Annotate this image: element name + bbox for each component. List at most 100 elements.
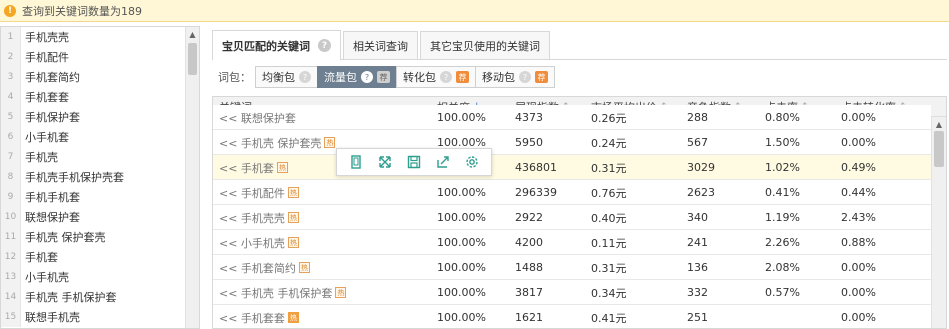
table-cell-kw: << 手机套简约热 — [219, 255, 310, 280]
table-row[interactable]: << 手机壳 手机保护套热 100.00% 3817 0.34元 332 0.57% 0.0… — [213, 280, 931, 305]
table-cell-show: 2922 — [515, 205, 543, 230]
table-cell-rel: 100.00% — [437, 105, 486, 130]
table-cell-price: 0.41元 — [591, 305, 627, 328]
table-row[interactable]: << 手机壳 保护套壳热 100.00% 5950 0.24元 567 1.50% 0.00… — [213, 130, 931, 155]
table-cell-cvr: 0.00% — [841, 280, 876, 305]
tab-2[interactable]: 其它宝贝使用的关键词 — [420, 31, 550, 59]
recommend-badge: 荐 — [535, 71, 548, 83]
tab-1[interactable]: 相关词查询 — [343, 31, 418, 59]
table-cell-comp: 332 — [687, 280, 708, 305]
share-icon[interactable] — [434, 153, 452, 171]
table-scroll-thumb[interactable] — [934, 131, 944, 167]
list-item[interactable]: 14 手机壳 手机保护套 — [1, 287, 199, 307]
package-0[interactable]: 均衡包? — [255, 66, 318, 88]
list-item-keyword: 手机手机套 — [25, 191, 80, 204]
table-cell-cvr: 0.00% — [841, 305, 876, 328]
cell-value: << 手机套套 — [219, 311, 285, 325]
recommend-badge: 荐 — [456, 71, 469, 83]
table-cell-price: 0.31元 — [591, 255, 627, 280]
cell-value: 0.41元 — [591, 311, 627, 325]
cell-value: 0.00% — [841, 136, 876, 149]
left-scroll-thumb[interactable] — [188, 43, 197, 75]
scroll-up-icon[interactable]: ▲ — [186, 27, 199, 41]
notice-bar: ! 查询到关键词数量为189 — [0, 0, 949, 22]
list-item[interactable]: 6 小手机套 — [1, 127, 199, 147]
list-item[interactable]: 15 联想手机壳 — [1, 307, 199, 327]
list-item[interactable]: 12 手机套 — [1, 247, 199, 267]
cell-value: 0.80% — [765, 111, 800, 124]
package-label: 流量包 — [324, 71, 357, 84]
list-item[interactable]: 4 手机套套 — [1, 87, 199, 107]
package-filter: 词包： 均衡包? 流量包? 荐 转化包? 荐 移动包? 荐 — [212, 66, 555, 88]
table-cell-kw: << 手机壳 手机保护套热 — [219, 280, 347, 305]
cell-value: 0.00% — [841, 111, 876, 124]
list-item[interactable]: 2 手机配件 — [1, 47, 199, 67]
expand-icon[interactable] — [376, 153, 394, 171]
cell-value: 0.00% — [841, 261, 876, 274]
table-cell-comp: 2623 — [687, 180, 715, 205]
cell-value: 3029 — [687, 161, 715, 174]
table-row[interactable]: << 手机套套热 100.00% 1621 0.41元 251 0.00% — [213, 305, 931, 328]
list-item-keyword: 手机壳手机保护壳套 — [25, 171, 124, 184]
cell-value: 0.44% — [841, 186, 876, 199]
list-item-number: 9 — [1, 187, 21, 207]
cell-value: 241 — [687, 236, 708, 249]
cell-value: 100.00% — [437, 186, 486, 199]
table-row[interactable]: << 联想保护套 100.00% 4373 0.26元 288 0.80% 0.00% — [213, 105, 931, 130]
help-icon[interactable]: ? — [361, 71, 373, 83]
cell-value: 0.26元 — [591, 111, 627, 125]
cell-value: 436801 — [515, 161, 557, 174]
table-cell-rel: 100.00% — [437, 255, 486, 280]
list-item[interactable]: 9 手机手机套 — [1, 187, 199, 207]
cell-value: 2.43% — [841, 211, 876, 224]
tab-label: 宝贝匹配的关键词 — [222, 39, 310, 53]
table-row[interactable]: << 手机套热100.00%4368010.31元30291.02%0.49% — [213, 155, 931, 180]
table-cell-comp: 3029 — [687, 155, 715, 180]
table-cell-price: 0.11元 — [591, 230, 627, 255]
package-3[interactable]: 移动包? 荐 — [475, 66, 555, 88]
table-row[interactable]: << 手机壳壳热 100.00% 2922 0.40元 340 1.19% 2.43% — [213, 205, 931, 230]
cell-value: 0.41% — [765, 186, 800, 199]
list-item-number: 1 — [1, 27, 21, 47]
settings-icon[interactable] — [463, 153, 481, 171]
package-2[interactable]: 转化包? 荐 — [396, 66, 476, 88]
list-item[interactable]: 10 联想保护套 — [1, 207, 199, 227]
save-icon[interactable] — [405, 153, 423, 171]
table-cell-cvr: 2.43% — [841, 205, 876, 230]
cell-value: 1621 — [515, 311, 543, 324]
list-item[interactable]: 8 手机壳手机保护壳套 — [1, 167, 199, 187]
table-scrollbar[interactable]: ▲ — [931, 117, 946, 328]
cell-value: << 联想保护套 — [219, 111, 296, 125]
table-row[interactable]: << 手机套简约热 100.00% 1488 0.31元 136 2.08% 0.00% — [213, 255, 931, 280]
table-cell-ctr: 0.80% — [765, 105, 800, 130]
left-scrollbar[interactable]: ▲ — [185, 27, 199, 328]
table-cell-show: 5950 — [515, 130, 543, 155]
list-item-keyword: 手机配件 — [25, 51, 69, 64]
tab-0[interactable]: 宝贝匹配的关键词? — [212, 30, 341, 60]
table-row[interactable]: << 手机配件热 100.00% 296339 0.76元 2623 0.41% 0.44% — [213, 180, 931, 205]
list-item[interactable]: 5 手机保护套 — [1, 107, 199, 127]
table-row[interactable]: << 小手机壳热 100.00% 4200 0.11元 241 2.26% 0.88% — [213, 230, 931, 255]
help-icon[interactable]: ? — [318, 39, 331, 52]
list-item[interactable]: 11 手机壳 保护套壳 — [1, 227, 199, 247]
scroll-up-icon[interactable]: ▲ — [932, 117, 946, 131]
cell-value: 0.31元 — [591, 161, 627, 175]
keyword-analysis-panel: 宝贝匹配的关键词? 相关词查询 其它宝贝使用的关键词 词包： 均衡包? 流量包? 荐转化… — [212, 26, 947, 329]
cell-value: 2922 — [515, 211, 543, 224]
table-cell-show: 436801 — [515, 155, 557, 180]
cell-value: 100.00% — [437, 286, 486, 299]
package-1[interactable]: 流量包? 荐 — [317, 66, 397, 88]
table-cell-comp: 241 — [687, 230, 708, 255]
help-icon[interactable]: ? — [519, 71, 531, 83]
list-item-keyword: 手机套简约 — [25, 71, 80, 84]
hot-badge-icon: 热 — [287, 187, 299, 198]
help-icon[interactable]: ? — [299, 71, 311, 83]
copy-icon[interactable] — [347, 153, 365, 171]
list-item[interactable]: 1 手机壳壳 — [1, 27, 199, 47]
list-item[interactable]: 7 手机壳 — [1, 147, 199, 167]
table-cell-comp: 567 — [687, 130, 708, 155]
help-icon[interactable]: ? — [440, 71, 452, 83]
list-item[interactable]: 13 小手机壳 — [1, 267, 199, 287]
list-item[interactable]: 3 手机套简约 — [1, 67, 199, 87]
cell-value: 4373 — [515, 111, 543, 124]
